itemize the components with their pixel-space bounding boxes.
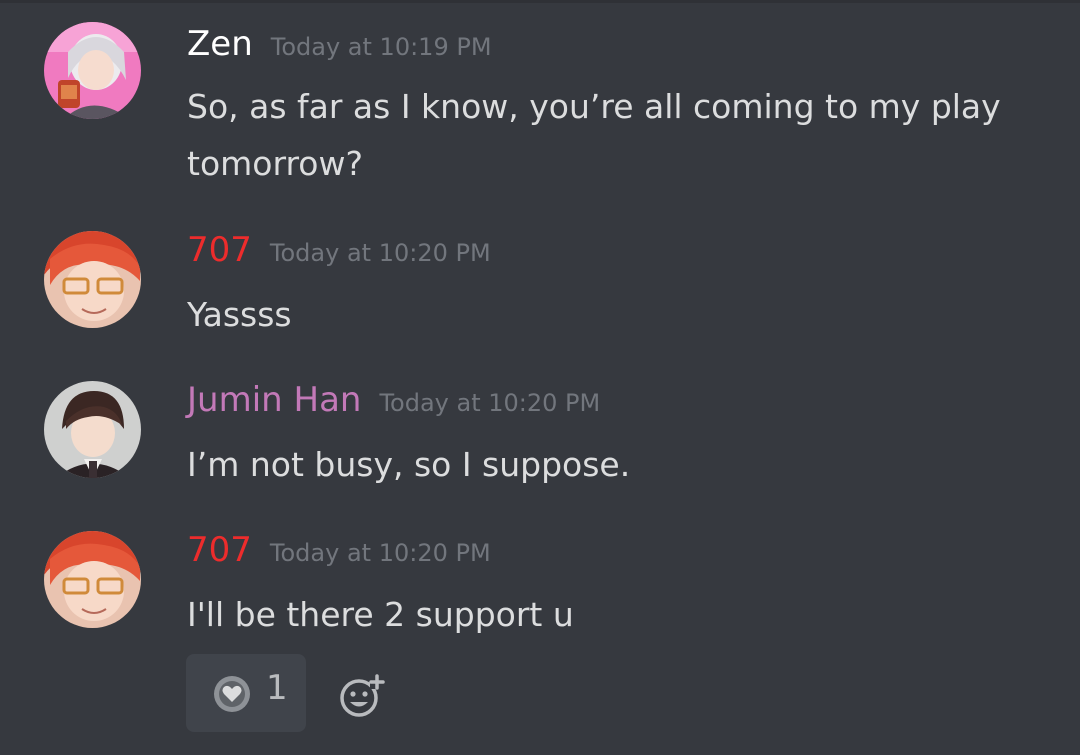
reaction-count: 1 <box>266 668 288 708</box>
message-timestamp: Today at 10:20 PM <box>379 389 601 417</box>
message-text: So, as far as I know, you’re all coming … <box>187 87 1001 183</box>
message-timestamp: Today at 10:20 PM <box>269 239 491 267</box>
heart-emoji-icon <box>214 676 250 712</box>
reaction-button[interactable]: 1 <box>186 654 306 732</box>
author-name[interactable]: Zen <box>187 24 253 64</box>
avatar[interactable] <box>44 22 141 119</box>
author-name[interactable]: Jumin Han <box>187 380 361 420</box>
add-reaction-icon[interactable] <box>338 671 386 719</box>
avatar[interactable] <box>44 531 141 628</box>
top-divider <box>0 0 1080 3</box>
message-text: I'll be there 2 support u <box>187 595 574 634</box>
author-name[interactable]: 707 <box>187 230 252 270</box>
avatar[interactable] <box>44 231 141 328</box>
author-name[interactable]: 707 <box>187 530 252 570</box>
message-timestamp: Today at 10:20 PM <box>269 539 491 567</box>
message-text: Yassss <box>187 295 292 334</box>
message-timestamp: Today at 10:19 PM <box>270 33 492 61</box>
message-text: I’m not busy, so I suppose. <box>187 445 631 484</box>
avatar[interactable] <box>44 381 141 478</box>
